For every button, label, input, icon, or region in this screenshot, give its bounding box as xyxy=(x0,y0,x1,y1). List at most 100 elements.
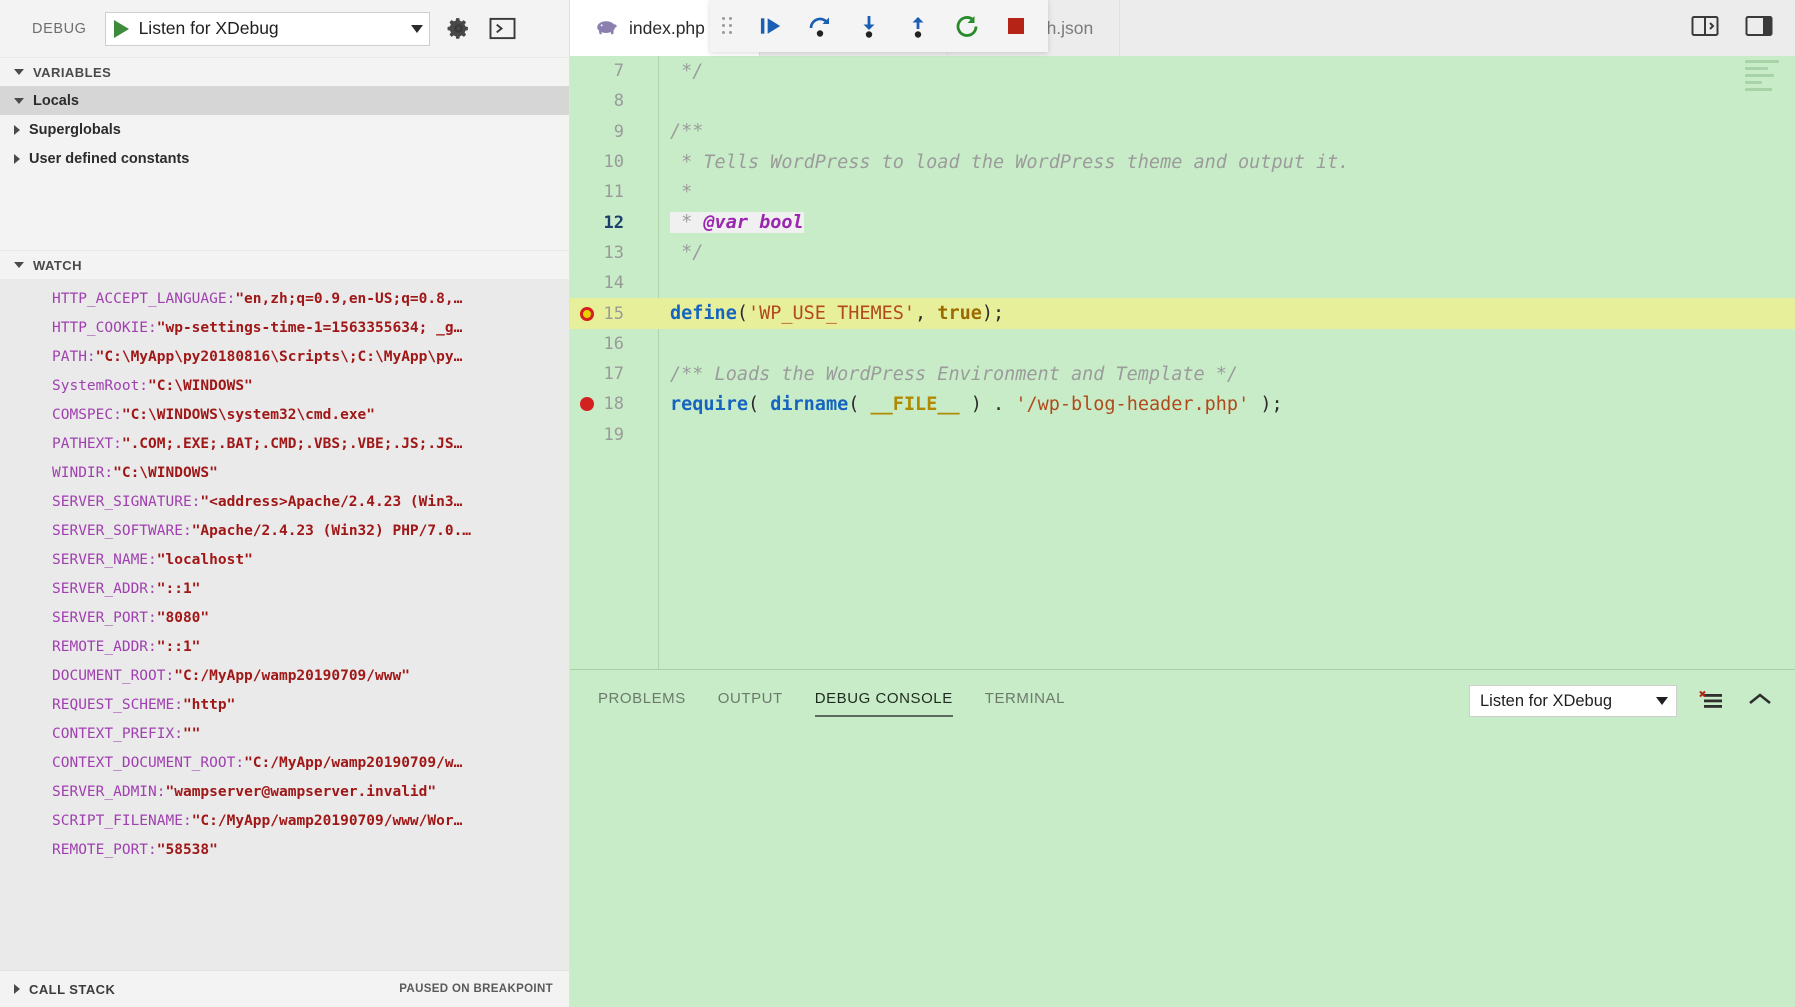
chevron-expanded-icon xyxy=(14,69,24,75)
variables-scope-user-defined-constants[interactable]: User defined constants xyxy=(0,144,569,173)
watch-item[interactable]: REMOTE_PORT: "58538" xyxy=(0,835,569,864)
variables-scope-superglobals[interactable]: Superglobals xyxy=(0,115,569,144)
watch-item[interactable]: SERVER_NAME: "localhost" xyxy=(0,545,569,574)
line-number: 12 xyxy=(603,212,624,233)
tab-output[interactable]: OUTPUT xyxy=(718,690,783,713)
watch-item[interactable]: SystemRoot: "C:\WINDOWS" xyxy=(0,371,569,400)
debug-view-title: DEBUG xyxy=(32,20,87,37)
code-line[interactable]: 10 * Tells WordPress to load the WordPre… xyxy=(570,147,1795,177)
watch-item[interactable]: DOCUMENT_ROOT: "C:/MyApp/wamp20190709/ww… xyxy=(0,661,569,690)
open-terminal-icon[interactable] xyxy=(489,16,516,41)
minimap[interactable] xyxy=(1745,60,1787,104)
step-out-button[interactable] xyxy=(904,12,932,40)
watch-item[interactable]: SCRIPT_FILENAME: "C:/MyApp/wamp20190709/… xyxy=(0,806,569,835)
code-line-text: */ xyxy=(670,60,704,82)
watch-item-key: HTTP_ACCEPT_LANGUAGE: xyxy=(52,290,236,307)
watch-item-value: ".COM;.EXE;.BAT;.CMD;.VBS;.VBE;.JS;.JS… xyxy=(121,435,463,452)
watch-item-key: SERVER_PORT: xyxy=(52,609,157,626)
watch-item[interactable]: COMSPEC: "C:\WINDOWS\system32\cmd.exe" xyxy=(0,400,569,429)
chevron-collapsed-icon xyxy=(14,984,20,994)
tab-debug-console[interactable]: DEBUG CONSOLE xyxy=(814,690,953,717)
watch-item[interactable]: SERVER_SIGNATURE: "<address>Apache/2.4.2… xyxy=(0,487,569,516)
watch-item-key: SystemRoot: xyxy=(52,377,149,394)
step-into-button[interactable] xyxy=(855,12,883,40)
watch-item-value: "C:\WINDOWS" xyxy=(148,377,253,394)
watch-item-key: REQUEST_SCHEME: xyxy=(52,696,183,713)
tab-problems[interactable]: PROBLEMS xyxy=(598,690,686,713)
code-line[interactable]: 13 */ xyxy=(570,238,1795,268)
watch-item[interactable]: SERVER_PORT: "8080" xyxy=(0,603,569,632)
watch-expression-list[interactable]: HTTP_ACCEPT_LANGUAGE: "en,zh;q=0.9,en-US… xyxy=(0,279,569,970)
debug-configuration-value: Listen for XDebug xyxy=(138,18,279,38)
chevron-collapsed-icon xyxy=(14,153,20,164)
continue-button[interactable] xyxy=(757,12,785,40)
watch-item-value: "<address>Apache/2.4.23 (Win3… xyxy=(200,493,463,510)
code-line[interactable]: 17 /** Loads the WordPress Environment an… xyxy=(570,359,1795,389)
code-line-text: * @var bool xyxy=(670,212,804,234)
code-line[interactable]: 14 xyxy=(570,268,1795,298)
watch-item[interactable]: REQUEST_SCHEME: "http" xyxy=(0,690,569,719)
restart-button[interactable] xyxy=(953,12,981,40)
chevron-down-icon[interactable] xyxy=(1656,697,1668,705)
watch-item[interactable]: CONTEXT_PREFIX: "" xyxy=(0,719,569,748)
debug-configuration-dropdown[interactable]: Listen for XDebug xyxy=(104,11,430,46)
line-number: 7 xyxy=(613,61,624,82)
variables-scope-locals[interactable]: Locals xyxy=(0,86,569,115)
watch-item[interactable]: SERVER_ADMIN: "wampserver@wampserver.inv… xyxy=(0,777,569,806)
watch-item-key: SERVER_SOFTWARE: xyxy=(52,522,192,539)
variables-section-header[interactable]: VARIABLES xyxy=(0,57,569,86)
watch-item-value: "wampserver@wampserver.invalid" xyxy=(165,783,437,800)
tab-terminal[interactable]: TERMINAL xyxy=(985,690,1065,713)
code-line[interactable]: 11 * xyxy=(570,177,1795,207)
code-line[interactable]: 16 xyxy=(570,329,1795,359)
code-line[interactable]: 12 * @var bool xyxy=(570,207,1795,237)
variables-section-title: VARIABLES xyxy=(33,64,112,80)
debug-console-output[interactable] xyxy=(570,732,1795,1007)
watch-item-value: "C:\MyApp\py20180816\Scripts\;C:\MyApp\p… xyxy=(95,348,463,365)
watch-item[interactable]: SERVER_ADDR: "::1" xyxy=(0,574,569,603)
panel-tab-bar: PROBLEMS OUTPUT DEBUG CONSOLE TERMINAL L… xyxy=(570,670,1795,732)
debug-session-dropdown[interactable]: Listen for XDebug xyxy=(1469,685,1677,717)
code-line[interactable]: 15 define('WP_USE_THEMES', true); xyxy=(570,298,1795,329)
drag-handle-icon[interactable] xyxy=(722,17,734,35)
play-icon[interactable] xyxy=(113,19,129,38)
breakpoint-icon[interactable] xyxy=(580,397,594,412)
watch-item[interactable]: PATHEXT: ".COM;.EXE;.BAT;.CMD;.VBS;.VBE;… xyxy=(0,429,569,458)
clear-console-icon[interactable] xyxy=(1699,690,1725,712)
code-line[interactable]: 18 require( dirname( __FILE__ ) . '/wp-bl… xyxy=(570,389,1795,419)
watch-item-key: CONTEXT_DOCUMENT_ROOT: xyxy=(52,754,245,771)
code-line[interactable]: 8 xyxy=(570,86,1795,116)
code-editor[interactable]: 7 */ 8 9 /** 10 * Tells WordPress to load th… xyxy=(570,56,1795,669)
step-over-button[interactable] xyxy=(806,12,834,40)
code-line[interactable]: 9 /** xyxy=(570,117,1795,147)
watch-item[interactable]: REMOTE_ADDR: "::1" xyxy=(0,632,569,661)
toggle-panel-layout-icon[interactable] xyxy=(1745,14,1773,43)
call-stack-section-header[interactable]: CALL STACK PAUSED ON BREAKPOINT xyxy=(0,970,569,1007)
watch-item[interactable]: SERVER_SOFTWARE: "Apache/2.4.23 (Win32) … xyxy=(0,516,569,545)
debug-toolbar[interactable] xyxy=(710,0,1048,52)
watch-item-value: "Apache/2.4.23 (Win32) PHP/7.0.… xyxy=(191,522,472,539)
code-line[interactable]: 19 xyxy=(570,420,1795,450)
watch-item[interactable]: HTTP_COOKIE: "wp-settings-time-1=1563355… xyxy=(0,313,569,342)
line-number: 14 xyxy=(603,273,624,294)
chevron-down-icon[interactable] xyxy=(410,24,423,33)
watch-item-key: SERVER_NAME: xyxy=(52,551,157,568)
split-editor-right-icon[interactable] xyxy=(1691,14,1719,43)
watch-item-value: "" xyxy=(182,725,201,742)
watch-item-value: "http" xyxy=(182,696,236,713)
watch-item-value: "C:\WINDOWS" xyxy=(113,464,218,481)
code-line[interactable]: 7 */ xyxy=(570,56,1795,86)
watch-item-key: DOCUMENT_ROOT: xyxy=(52,667,175,684)
stop-button[interactable] xyxy=(1002,12,1030,40)
watch-item[interactable]: WINDIR: "C:\WINDOWS" xyxy=(0,458,569,487)
watch-item[interactable]: PATH: "C:\MyApp\py20180816\Scripts\;C:\M… xyxy=(0,342,569,371)
watch-item[interactable]: CONTEXT_DOCUMENT_ROOT: "C:/MyApp/wamp201… xyxy=(0,748,569,777)
debug-sidebar: DEBUG Listen for XDebug VARIABLES Locals… xyxy=(0,0,570,1007)
watch-item-value: "C:\WINDOWS\system32\cmd.exe" xyxy=(121,406,376,423)
breakpoint-icon[interactable] xyxy=(580,306,594,321)
vscode-window: DEBUG Listen for XDebug VARIABLES Locals… xyxy=(0,0,1795,1007)
collapse-panel-icon[interactable] xyxy=(1747,689,1773,714)
watch-section-header[interactable]: WATCH xyxy=(0,250,569,279)
watch-item[interactable]: HTTP_ACCEPT_LANGUAGE: "en,zh;q=0.9,en-US… xyxy=(0,284,569,313)
gear-icon[interactable] xyxy=(446,16,471,41)
